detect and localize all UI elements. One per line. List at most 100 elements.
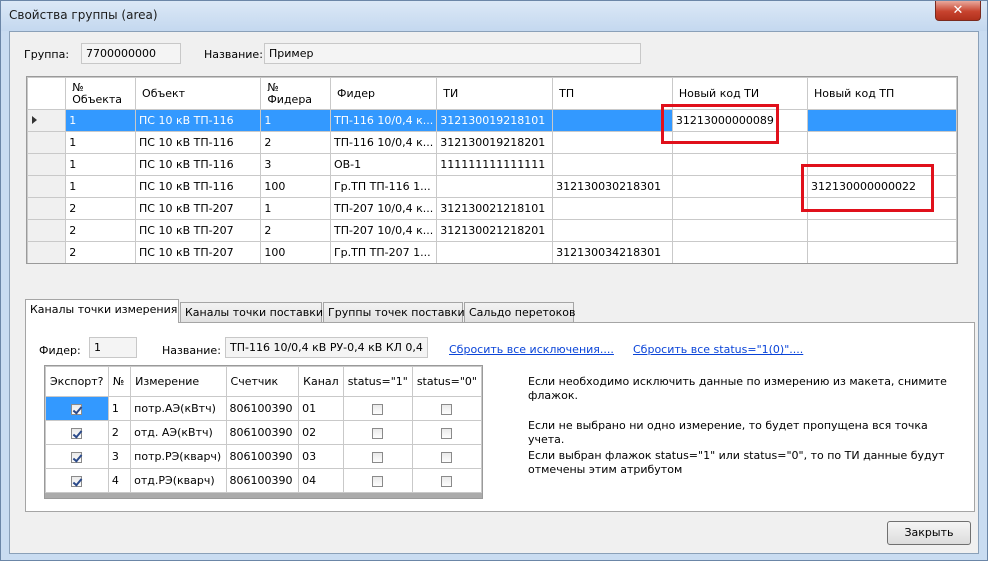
cell[interactable] (807, 109, 957, 132)
column-header-object-number[interactable]: № Объекта (65, 77, 137, 110)
cell[interactable] (807, 241, 957, 263)
reset-exceptions-link[interactable]: Сбросить все исключения.... (449, 343, 614, 356)
cell[interactable]: 4 (107, 468, 132, 493)
column-header-status1[interactable]: status="1" (342, 366, 413, 397)
tab-delivery-channels[interactable]: Каналы точки поставки (180, 302, 323, 322)
cell[interactable] (807, 131, 957, 154)
cell[interactable]: отд. АЭ(кВтч) (130, 420, 227, 445)
column-header-meter[interactable]: Счетчик (225, 366, 300, 397)
cell[interactable] (552, 131, 673, 154)
column-header-feeder-number[interactable]: № Фидера (260, 77, 331, 110)
cell[interactable]: 2 (65, 197, 137, 220)
column-header-ti[interactable]: ТИ (436, 77, 554, 110)
status0-checkbox[interactable] (441, 427, 453, 439)
column-header-status0[interactable]: status="0" (411, 366, 482, 397)
column-header-channel[interactable]: Канал (298, 366, 344, 397)
status0-cell[interactable] (411, 420, 482, 445)
export-checkbox[interactable] (71, 475, 83, 487)
group-name-field[interactable]: Пример (264, 43, 641, 64)
table-row[interactable]: 1 потр.АЭ(кВтч) 806100390 01 (45, 396, 482, 421)
cell[interactable]: ПС 10 кВ ТП-116 (135, 153, 262, 176)
cell[interactable] (671, 175, 809, 198)
tab-flow-balance[interactable]: Сальдо перетоков (464, 302, 575, 322)
status1-checkbox[interactable] (372, 451, 384, 463)
export-checkbox[interactable] (71, 451, 83, 463)
status1-cell[interactable] (342, 444, 413, 469)
status0-cell[interactable] (411, 396, 482, 421)
cell[interactable]: 100 (260, 241, 331, 263)
column-header-number[interactable]: № (107, 366, 132, 397)
table-row[interactable]: 2 ПС 10 кВ ТП-207 2 ТП-207 10/0,4 к... 3… (27, 219, 957, 242)
cell[interactable]: 312130021218201 (436, 219, 554, 242)
cell[interactable]: Гр.ТП ТП-116 1... (329, 175, 438, 198)
table-row[interactable]: 4 отд.РЭ(кварч) 806100390 04 (45, 468, 482, 493)
tab-measurement-channels[interactable]: Каналы точки измерения (25, 299, 179, 323)
column-header-export[interactable]: Экспорт? (45, 366, 109, 397)
tab-delivery-groups[interactable]: Группы точек поставки (323, 302, 465, 322)
cell[interactable]: 02 (298, 420, 344, 445)
reset-status-link[interactable]: Сбросить все status="1(0)".... (633, 343, 803, 356)
cell[interactable] (552, 109, 673, 132)
cell[interactable]: 3 (260, 153, 331, 176)
cell[interactable]: ПС 10 кВ ТП-207 (135, 241, 262, 263)
cell[interactable]: 312130019218101 (436, 109, 554, 132)
cell[interactable]: 1 (260, 109, 331, 132)
cell[interactable]: 806100390 (225, 396, 300, 421)
cell[interactable]: 04 (298, 468, 344, 493)
cell[interactable]: 1 (65, 175, 137, 198)
export-checkbox[interactable] (71, 403, 83, 415)
table-row[interactable]: 1 ПС 10 кВ ТП-116 1 ТП-116 10/0,4 к... 3… (27, 109, 957, 132)
status0-checkbox[interactable] (441, 403, 453, 415)
table-row[interactable]: 2 отд. АЭ(кВтч) 806100390 02 (45, 420, 482, 445)
status1-cell[interactable] (342, 396, 413, 421)
column-header-tp[interactable]: ТП (552, 77, 673, 110)
row-header[interactable] (27, 241, 67, 263)
status0-checkbox[interactable] (441, 451, 453, 463)
close-window-button[interactable]: ✕ (935, 1, 981, 21)
cell[interactable]: 312130021218101 (436, 197, 554, 220)
cell[interactable] (552, 197, 673, 220)
cell[interactable]: ТП-207 10/0,4 к... (329, 197, 438, 220)
cell[interactable]: 3 (107, 444, 132, 469)
cell[interactable]: 01 (298, 396, 344, 421)
column-header-object[interactable]: Объект (135, 77, 262, 110)
cell[interactable] (436, 241, 554, 263)
row-header[interactable] (27, 109, 67, 132)
column-header-measurement[interactable]: Измерение (130, 366, 227, 397)
cell[interactable]: 312130030218301 (552, 175, 673, 198)
status0-cell[interactable] (411, 444, 482, 469)
cell[interactable] (436, 175, 554, 198)
cell[interactable]: 100 (260, 175, 331, 198)
cell[interactable]: ПС 10 кВ ТП-207 (135, 197, 262, 220)
cell[interactable]: 1 (107, 396, 132, 421)
cell[interactable]: ПС 10 кВ ТП-116 (135, 109, 262, 132)
table-row[interactable]: 3 потр.РЭ(кварч) 806100390 03 (45, 444, 482, 469)
cell[interactable]: 2 (260, 131, 331, 154)
cell[interactable]: 312130019218201 (436, 131, 554, 154)
cell[interactable]: 03 (298, 444, 344, 469)
cell[interactable] (671, 197, 809, 220)
cell[interactable]: 2 (260, 219, 331, 242)
row-header[interactable] (27, 175, 67, 198)
cell[interactable]: 2 (65, 219, 137, 242)
cell[interactable]: ТП-116 10/0,4 к... (329, 131, 438, 154)
cell[interactable]: 111111111111111 (436, 153, 554, 176)
column-header-feeder[interactable]: Фидер (329, 77, 438, 110)
feeder-name-field[interactable]: ТП-116 10/0,4 кВ РУ-0,4 кВ КЛ 0,4 кВ (225, 337, 428, 358)
status1-checkbox[interactable] (372, 427, 384, 439)
cell[interactable]: потр.РЭ(кварч) (130, 444, 227, 469)
feeder-field[interactable]: 1 (89, 337, 137, 358)
cell[interactable] (552, 153, 673, 176)
cell[interactable]: 2 (107, 420, 132, 445)
table-row[interactable]: 1 ПС 10 кВ ТП-116 2 ТП-116 10/0,4 к... 3… (27, 131, 957, 154)
export-cell[interactable] (45, 396, 109, 421)
row-header[interactable] (27, 131, 67, 154)
cell[interactable]: ПС 10 кВ ТП-116 (135, 131, 262, 154)
cell[interactable]: 1 (65, 153, 137, 176)
export-cell[interactable] (45, 420, 109, 445)
status1-checkbox[interactable] (372, 403, 384, 415)
export-checkbox[interactable] (71, 427, 83, 439)
status1-cell[interactable] (342, 420, 413, 445)
row-header[interactable] (27, 197, 67, 220)
cell[interactable] (671, 153, 809, 176)
